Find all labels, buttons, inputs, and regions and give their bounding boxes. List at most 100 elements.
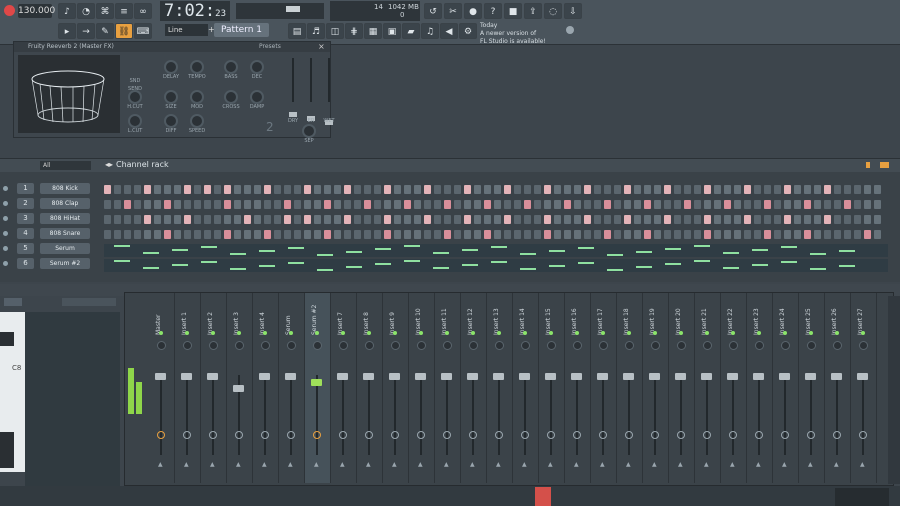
step-button[interactable] [494, 230, 501, 239]
step-button[interactable] [484, 215, 491, 224]
step-button[interactable] [354, 185, 361, 194]
step-button[interactable] [374, 215, 381, 224]
channel-row[interactable]: 2 808 Clap [0, 198, 900, 212]
mixer-route-icon[interactable] [417, 431, 425, 439]
step-button[interactable] [734, 185, 741, 194]
mixer-strip[interactable]: Insert 4 ▲ [253, 293, 279, 483]
step-button[interactable] [334, 200, 341, 209]
plugin-knob-hcut[interactable] [128, 90, 142, 104]
mixer-fader-track[interactable] [212, 375, 214, 455]
step-button[interactable] [774, 200, 781, 209]
step-button[interactable] [714, 185, 721, 194]
mixer-fader-handle[interactable] [285, 373, 296, 380]
mixer-pan-knob[interactable] [365, 341, 374, 350]
step-button[interactable] [394, 200, 401, 209]
mixer-send-arrow-icon[interactable]: ▲ [626, 461, 631, 468]
step-button[interactable] [434, 185, 441, 194]
mixer-send-arrow-icon[interactable]: ▲ [860, 461, 865, 468]
channel-name-button[interactable]: Serum [40, 243, 90, 254]
step-button[interactable] [474, 230, 481, 239]
mixer-enable-led[interactable] [627, 331, 631, 335]
step-button[interactable] [194, 200, 201, 209]
step-button[interactable] [834, 200, 841, 209]
step-button[interactable] [174, 230, 181, 239]
mixer-send-arrow-icon[interactable]: ▲ [678, 461, 683, 468]
step-button[interactable] [394, 215, 401, 224]
channel-name-button[interactable]: 808 Kick [40, 183, 90, 194]
mixer-strip[interactable]: Insert 13 ▲ [487, 293, 513, 483]
step-button[interactable] [654, 215, 661, 224]
mixer-send-arrow-icon[interactable]: ▲ [808, 461, 813, 468]
mixer-strip[interactable]: Insert 9 ▲ [383, 293, 409, 483]
mixer-enable-led[interactable] [835, 331, 839, 335]
mixer-route-icon[interactable] [261, 431, 269, 439]
step-button[interactable] [324, 185, 331, 194]
plugin-knob-bass[interactable] [224, 60, 238, 74]
mixer-enable-led[interactable] [809, 331, 813, 335]
step-button[interactable] [224, 215, 231, 224]
step-button[interactable] [724, 215, 731, 224]
mixer-route-icon[interactable] [703, 431, 711, 439]
mixer-pan-knob[interactable] [235, 341, 244, 350]
step-button[interactable] [764, 200, 771, 209]
step-button[interactable] [534, 200, 541, 209]
channel-piano-roll-preview[interactable] [104, 259, 888, 272]
step-button[interactable] [704, 200, 711, 209]
mixer-enable-led[interactable] [341, 331, 345, 335]
step-button[interactable] [614, 230, 621, 239]
step-button[interactable] [874, 200, 881, 209]
step-button[interactable] [804, 185, 811, 194]
step-button[interactable] [464, 185, 471, 194]
step-button[interactable] [814, 230, 821, 239]
mixer-fader-track[interactable] [784, 375, 786, 455]
step-button[interactable] [354, 215, 361, 224]
mixer-pan-knob[interactable] [417, 341, 426, 350]
mixer-fader-track[interactable] [368, 375, 370, 455]
plugin-title[interactable]: Fruity Reeverb 2 (Master FX) [14, 42, 330, 52]
mixer-fader-handle[interactable] [805, 373, 816, 380]
mixer-strip[interactable]: Insert 8 ▲ [357, 293, 383, 483]
step-button[interactable] [494, 215, 501, 224]
browser-icon[interactable]: ◫ [326, 23, 344, 39]
step-button[interactable] [634, 200, 641, 209]
step-button[interactable] [744, 200, 751, 209]
step-button[interactable] [784, 200, 791, 209]
mixer-fader-handle[interactable] [519, 373, 530, 380]
channel-name-button[interactable]: 808 Clap [40, 198, 90, 209]
mixer-fader-handle[interactable] [779, 373, 790, 380]
piano-roll-toolbar[interactable] [4, 298, 22, 306]
step-button[interactable] [604, 200, 611, 209]
mixer-route-icon[interactable] [573, 431, 581, 439]
step-button[interactable] [584, 215, 591, 224]
mixer-icon[interactable]: ⋕ [345, 23, 363, 39]
channel-name-button[interactable]: 808 HiHat [40, 213, 90, 224]
channel-row[interactable]: 3 808 HiHat [0, 213, 900, 227]
tempo-tap-icon[interactable]: ♫ [421, 23, 439, 39]
step-button[interactable] [434, 215, 441, 224]
plugin-knob-cross[interactable] [224, 90, 238, 104]
mixer-fader-track[interactable] [342, 375, 344, 455]
step-button[interactable] [744, 215, 751, 224]
loop-record-icon[interactable]: ∞ [134, 3, 152, 19]
channel-mute-led[interactable] [3, 261, 8, 266]
mixer-route-icon[interactable] [521, 431, 529, 439]
channel-rack-icon[interactable]: ▦ [364, 23, 382, 39]
mixer-route-icon[interactable] [157, 431, 165, 439]
step-button[interactable] [504, 200, 511, 209]
mixer-fader-track[interactable] [602, 375, 604, 455]
step-button[interactable] [454, 215, 461, 224]
mixer-fader-track[interactable] [654, 375, 656, 455]
step-button[interactable] [144, 200, 151, 209]
channel-filter-select[interactable]: All [40, 161, 91, 170]
mixer-pan-knob[interactable] [755, 341, 764, 350]
mixer-fader-handle[interactable] [675, 373, 686, 380]
step-button[interactable] [284, 230, 291, 239]
reverb-plugin-window[interactable]: Fruity Reeverb 2 (Master FX) Presets × S… [13, 41, 335, 144]
mixer-fader-track[interactable] [680, 375, 682, 455]
step-button[interactable] [204, 230, 211, 239]
step-button[interactable] [544, 185, 551, 194]
step-button[interactable] [394, 185, 401, 194]
channel-mute-led[interactable] [3, 186, 8, 191]
step-button[interactable] [434, 230, 441, 239]
mixer-route-icon[interactable] [339, 431, 347, 439]
